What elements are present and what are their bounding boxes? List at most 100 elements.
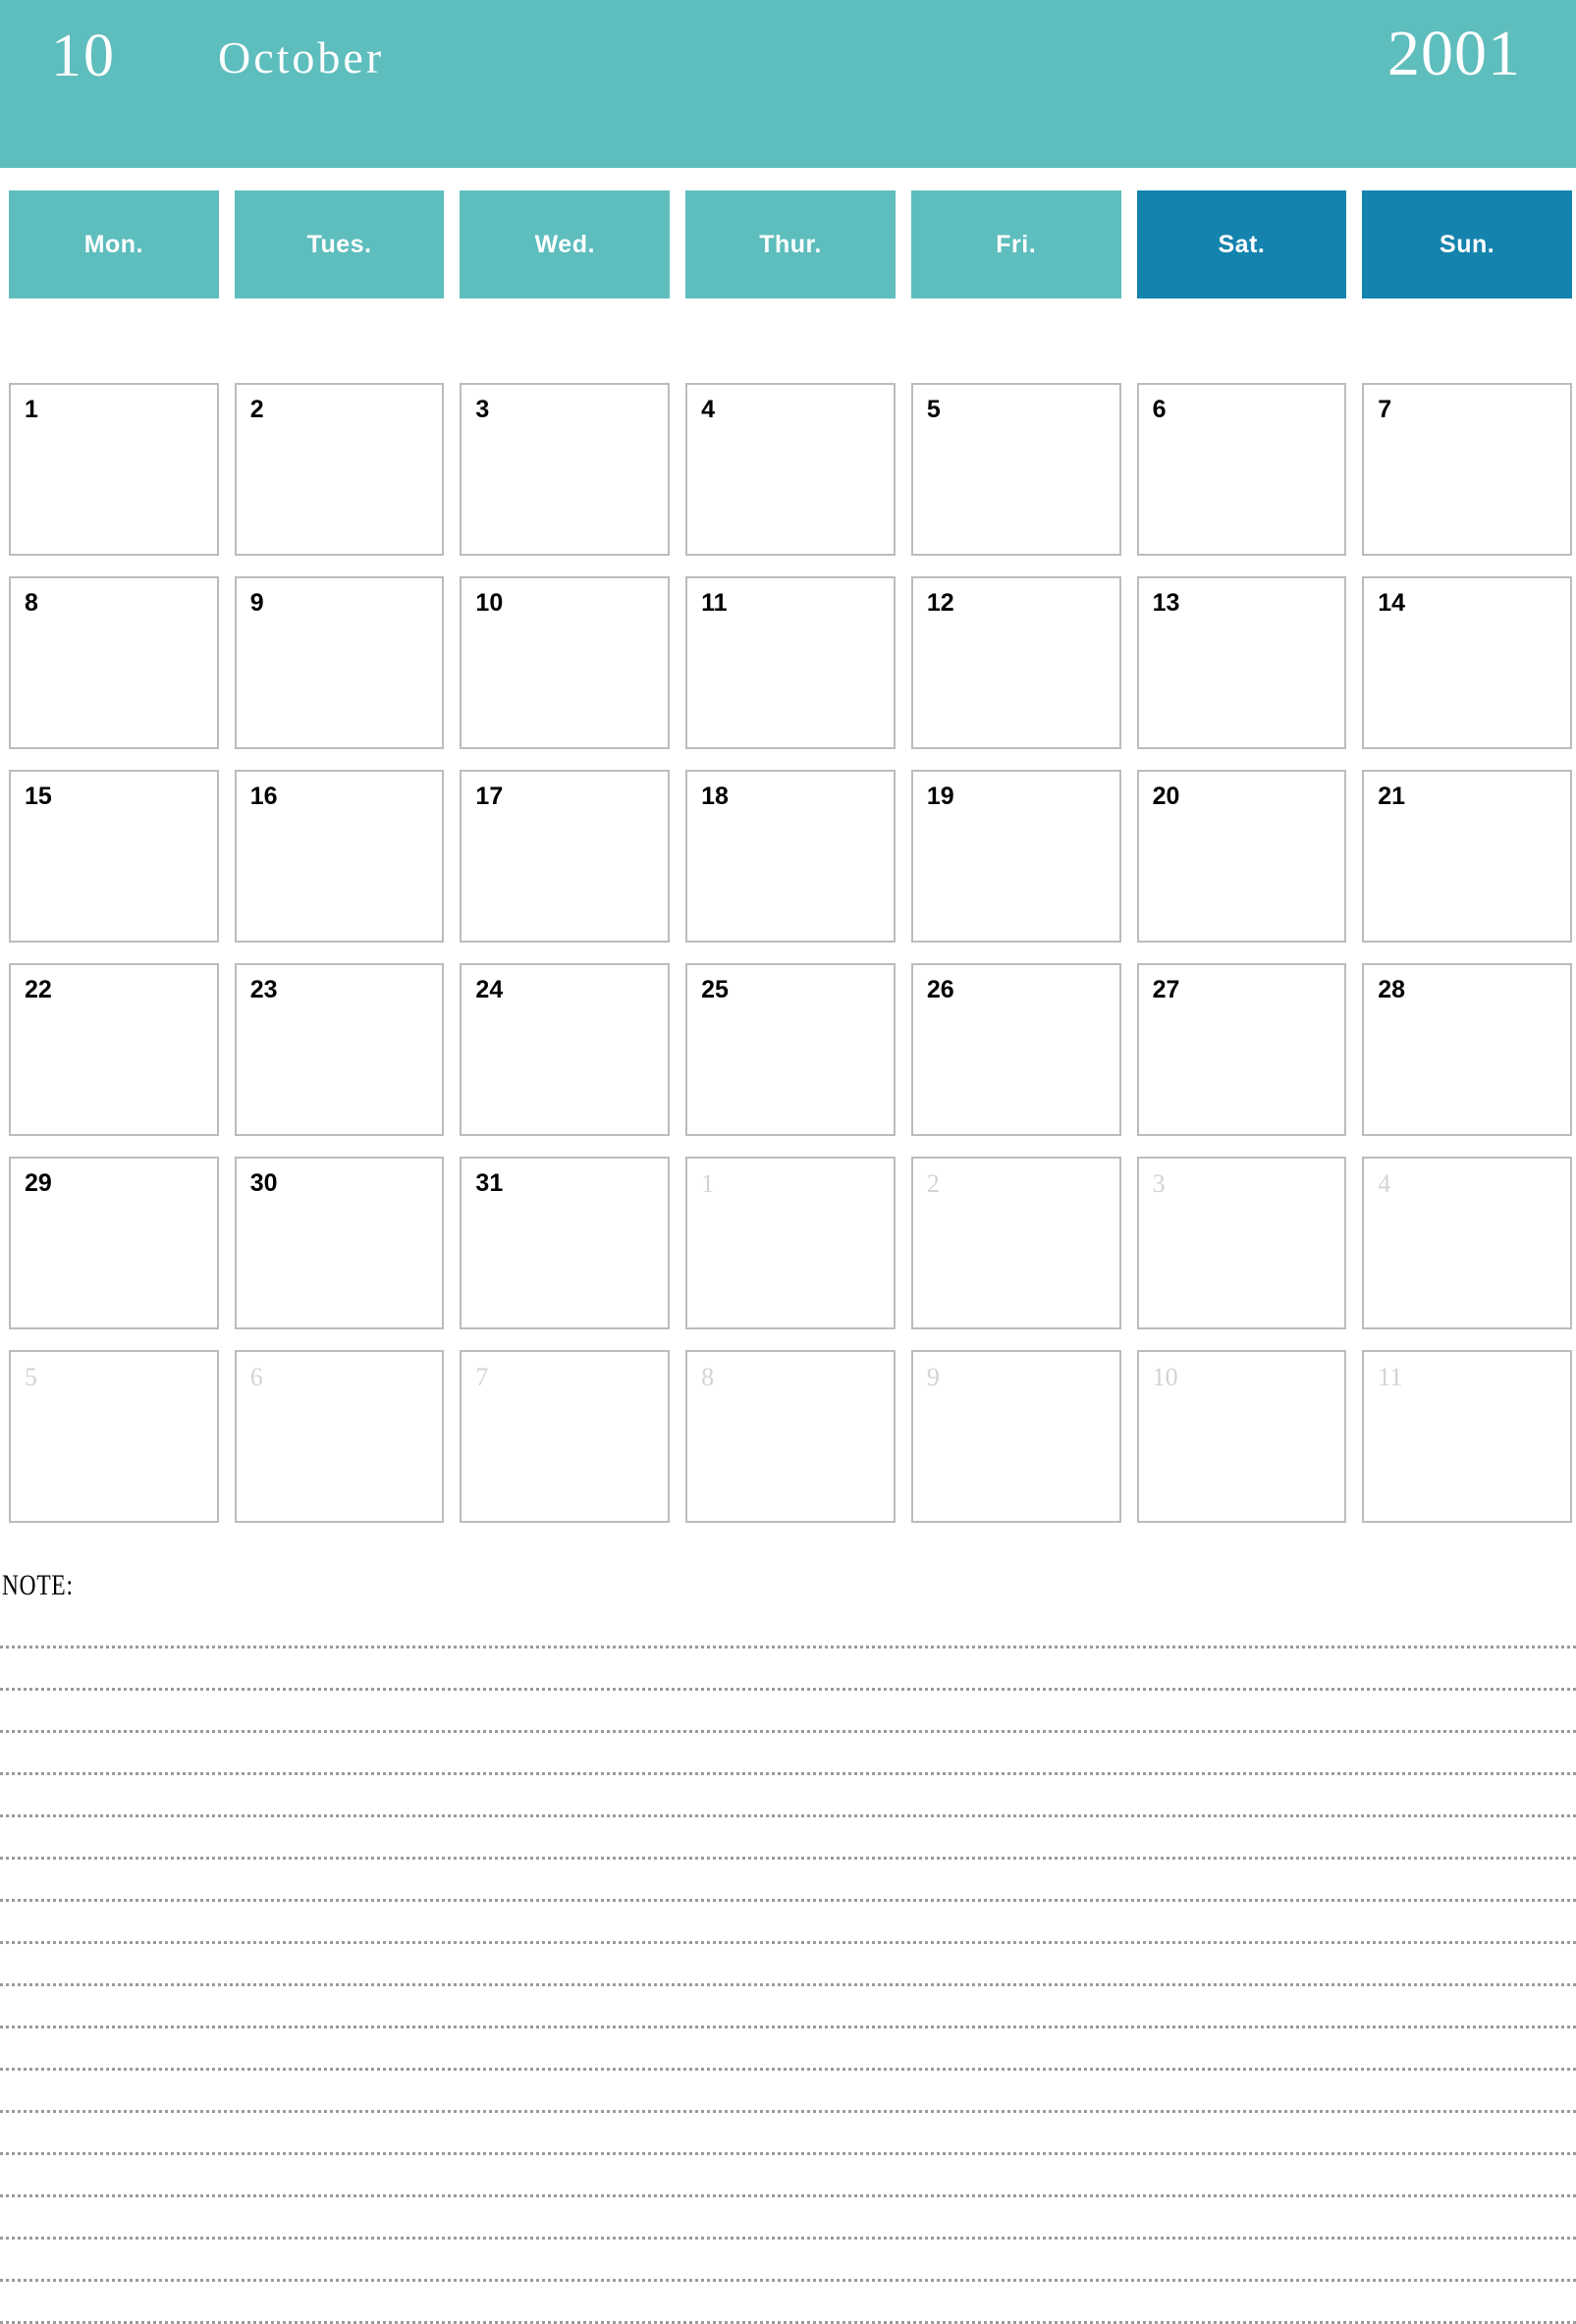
date-number: 1: [25, 396, 38, 423]
month-header-band: 10 October 2001: [0, 0, 1576, 168]
note-line[interactable]: [0, 1817, 1576, 1860]
date-cell[interactable]: 17: [460, 770, 671, 943]
date-number: 19: [926, 783, 954, 810]
date-cell[interactable]: 11: [685, 576, 896, 749]
weekday-header-tues: Tues.: [234, 190, 445, 298]
date-number: 4: [701, 396, 716, 423]
date-cell[interactable]: 10: [460, 576, 671, 749]
date-cell[interactable]: 9: [910, 1350, 1121, 1523]
date-cell[interactable]: 15: [9, 770, 219, 943]
date-number: 26: [926, 976, 954, 1003]
date-number: 30: [249, 1169, 278, 1197]
date-number: 10: [1152, 1363, 1178, 1391]
date-cell[interactable]: 7: [460, 1350, 671, 1523]
note-line[interactable]: [0, 2113, 1576, 2155]
date-cell[interactable]: 19: [910, 770, 1121, 943]
date-cell[interactable]: 7: [1362, 383, 1572, 556]
note-line[interactable]: [0, 2240, 1576, 2282]
date-cell[interactable]: 6: [234, 1350, 445, 1523]
date-cell[interactable]: 13: [1136, 576, 1347, 749]
note-line[interactable]: [0, 1691, 1576, 1733]
date-cell[interactable]: 31: [460, 1157, 671, 1329]
date-cell[interactable]: 20: [1136, 770, 1347, 943]
weekday-header-fri: Fri.: [910, 190, 1121, 298]
date-number: 7: [1378, 396, 1392, 423]
month-number: 10: [51, 23, 116, 89]
date-cell[interactable]: 8: [685, 1350, 896, 1523]
date-cell[interactable]: 4: [1362, 1157, 1572, 1329]
note-line[interactable]: [0, 1986, 1576, 2028]
date-number: 25: [701, 976, 729, 1003]
date-number: 5: [926, 396, 941, 423]
note-line[interactable]: [0, 2155, 1576, 2197]
note-line[interactable]: [0, 1860, 1576, 1902]
note-line[interactable]: [0, 1606, 1576, 1648]
note-line[interactable]: [0, 1902, 1576, 1944]
date-number: 3: [1152, 1169, 1166, 1198]
date-cell[interactable]: 8: [9, 576, 219, 749]
weekday-label: Mon.: [83, 230, 144, 258]
date-cell[interactable]: 5: [910, 383, 1121, 556]
date-number: 2: [926, 1169, 940, 1198]
note-line[interactable]: [0, 1775, 1576, 1817]
weekday-label: Sat.: [1218, 230, 1266, 258]
date-cell[interactable]: 26: [910, 963, 1121, 1136]
note-line[interactable]: [0, 1944, 1576, 1986]
date-cell[interactable]: 14: [1362, 576, 1572, 749]
weekday-header-thur: Thur.: [685, 190, 896, 298]
date-number: 11: [1378, 1363, 1403, 1391]
date-cell[interactable]: 16: [234, 770, 445, 943]
date-cell[interactable]: 22: [9, 963, 219, 1136]
date-number: 20: [1152, 783, 1180, 810]
date-cell[interactable]: 3: [1136, 1157, 1347, 1329]
date-cell[interactable]: 2: [234, 383, 445, 556]
date-cell[interactable]: 11: [1362, 1350, 1572, 1523]
note-line[interactable]: [0, 2028, 1576, 2071]
date-cell[interactable]: 25: [685, 963, 896, 1136]
date-cell[interactable]: 21: [1362, 770, 1572, 943]
date-cell[interactable]: 29: [9, 1157, 219, 1329]
date-number: 13: [1152, 589, 1180, 617]
date-number: 9: [249, 589, 264, 617]
date-number: 31: [475, 1169, 504, 1197]
weekday-label: Sun.: [1440, 230, 1495, 258]
date-cell[interactable]: 5: [9, 1350, 219, 1523]
weekday-header-wed: Wed.: [460, 190, 671, 298]
date-number: 16: [249, 783, 278, 810]
note-line[interactable]: [0, 1648, 1576, 1691]
date-number: 2: [249, 396, 264, 423]
date-cell[interactable]: 2: [910, 1157, 1121, 1329]
date-number: 5: [25, 1363, 37, 1391]
weekday-header-sun: Sun.: [1362, 190, 1572, 298]
date-cell[interactable]: 23: [234, 963, 445, 1136]
date-number: 24: [475, 976, 504, 1003]
date-cell[interactable]: 28: [1362, 963, 1572, 1136]
date-cell[interactable]: 6: [1136, 383, 1347, 556]
date-number: 18: [701, 783, 729, 810]
date-cell[interactable]: 27: [1136, 963, 1347, 1136]
weekday-label: Fri.: [996, 230, 1037, 258]
note-label: NOTE:: [2, 1569, 74, 1601]
note-line[interactable]: [0, 1733, 1576, 1775]
date-number: 8: [25, 589, 38, 617]
date-cell[interactable]: 18: [685, 770, 896, 943]
calendar-date-grid: 1 2 3 4 5 6 7 8 9 10 11 12 13 14 15 16 17 18 19 20 21 22 23 24 2…: [9, 383, 1572, 1523]
date-number: 7: [475, 1363, 489, 1391]
date-number: 6: [1152, 396, 1167, 423]
date-cell[interactable]: 30: [234, 1157, 445, 1329]
date-cell[interactable]: 10: [1136, 1350, 1347, 1523]
date-cell[interactable]: 4: [685, 383, 896, 556]
date-cell[interactable]: 1: [685, 1157, 896, 1329]
date-cell[interactable]: 9: [234, 576, 445, 749]
note-writing-lines[interactable]: [0, 1606, 1576, 2324]
note-line[interactable]: [0, 2071, 1576, 2113]
date-cell[interactable]: 1: [9, 383, 219, 556]
date-cell[interactable]: 3: [460, 383, 671, 556]
date-cell[interactable]: 24: [460, 963, 671, 1136]
note-line[interactable]: [0, 2197, 1576, 2240]
weekday-label: Thur.: [759, 230, 822, 258]
date-cell[interactable]: 12: [910, 576, 1121, 749]
date-number: 9: [926, 1363, 940, 1391]
date-number: 6: [249, 1363, 263, 1391]
note-line[interactable]: [0, 2282, 1576, 2324]
